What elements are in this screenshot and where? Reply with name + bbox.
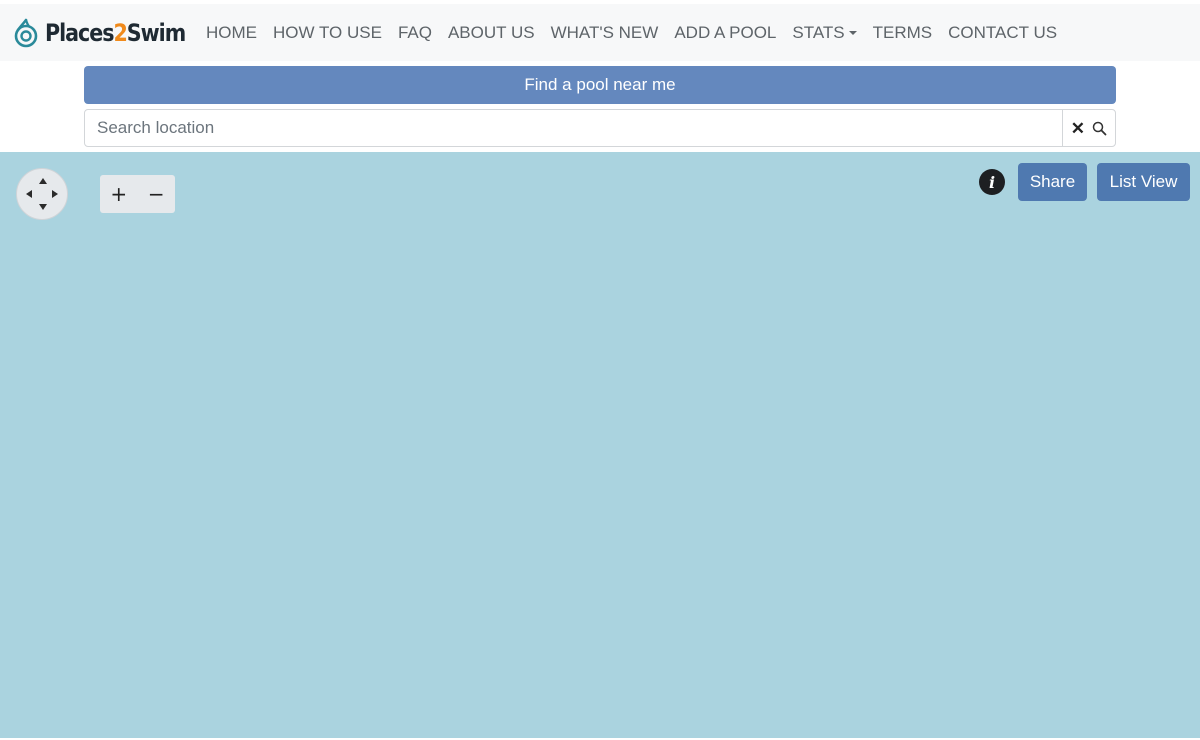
share-label: Share: [1029, 172, 1076, 191]
nav-item-terms[interactable]: TERMS: [873, 23, 933, 43]
nav-item-label: WHAT'S NEW: [550, 22, 659, 42]
map-zoom-control: + −: [100, 175, 175, 213]
pan-left-arrow-icon[interactable]: [26, 190, 32, 198]
pan-down-arrow-icon[interactable]: [39, 204, 47, 210]
share-button[interactable]: Share: [1018, 163, 1087, 201]
brand-logo[interactable]: Places2Swim: [13, 4, 208, 61]
nav-item-faq[interactable]: FAQ: [398, 23, 432, 43]
nav-item-label: TERMS: [872, 22, 933, 42]
nav-item-home[interactable]: HOME: [206, 23, 257, 43]
nav-item-label: ADD A POOL: [674, 22, 777, 42]
top-navbar: Places2Swim HOME HOW TO USE FAQ ABOUT US…: [0, 4, 1200, 61]
find-pool-label: Find a pool near me: [524, 75, 676, 94]
info-icon[interactable]: i: [979, 169, 1005, 195]
search-actions: ✕: [1062, 110, 1115, 146]
nav-item-label: FAQ: [397, 22, 432, 42]
find-pool-near-me-button[interactable]: Find a pool near me: [84, 66, 1116, 104]
zoom-out-button[interactable]: −: [141, 184, 171, 204]
nav-item-add-a-pool[interactable]: ADD A POOL: [674, 23, 776, 43]
main-nav: HOME HOW TO USE FAQ ABOUT US WHAT'S NEW …: [206, 4, 1073, 61]
map-canvas[interactable]: [0, 152, 1200, 738]
close-icon[interactable]: ✕: [1071, 120, 1085, 137]
info-icon-glyph: i: [988, 172, 996, 192]
brand-name: Places2Swim: [45, 18, 186, 47]
brand-name-part3: Swim: [126, 18, 186, 47]
nav-item-about-us[interactable]: ABOUT US: [448, 23, 535, 43]
nav-item-stats-dropdown[interactable]: STATS: [792, 22, 857, 43]
brand-name-part1: Places: [45, 18, 114, 47]
nav-item-label: CONTACT US: [948, 22, 1058, 42]
nav-item-whats-new[interactable]: WHAT'S NEW: [551, 23, 659, 43]
location-search-bar: ✕: [84, 109, 1116, 147]
nav-item-how-to-use[interactable]: HOW TO USE: [273, 23, 382, 43]
map-pan-control[interactable]: [16, 168, 68, 220]
nav-item-label: HOME: [206, 22, 257, 42]
nav-item-label: STATS: [792, 22, 845, 42]
nav-item-contact-us[interactable]: CONTACT US: [948, 23, 1057, 43]
pan-right-arrow-icon[interactable]: [52, 190, 58, 198]
search-location-input[interactable]: [85, 110, 1062, 146]
nav-item-label: ABOUT US: [447, 22, 535, 42]
list-view-label: List View: [1109, 172, 1178, 191]
water-drop-swirl-icon: [14, 18, 38, 47]
search-icon[interactable]: [1092, 121, 1107, 136]
list-view-button[interactable]: List View: [1097, 163, 1190, 201]
caret-down-icon: [848, 31, 857, 35]
brand-name-part2: 2: [113, 18, 127, 47]
zoom-in-button[interactable]: +: [104, 184, 134, 204]
pan-up-arrow-icon[interactable]: [39, 178, 47, 184]
nav-item-label: HOW TO USE: [273, 22, 382, 42]
